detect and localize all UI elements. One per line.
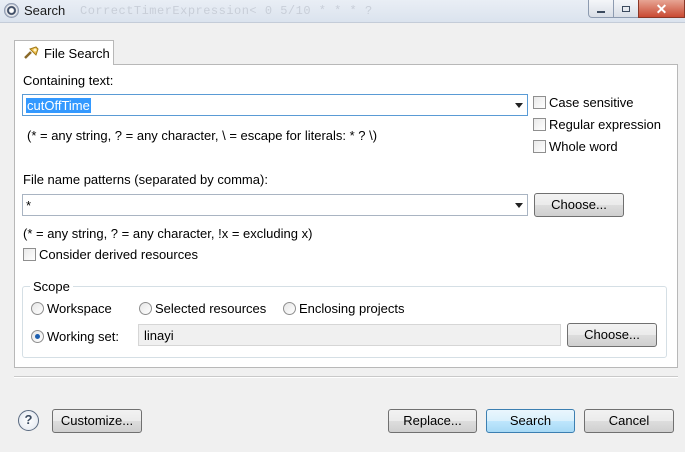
choose-working-set-button[interactable]: Choose...	[567, 323, 657, 347]
separator	[14, 376, 678, 378]
selected-resources-radio[interactable]	[139, 302, 152, 315]
tab-file-search[interactable]: File Search	[14, 40, 114, 65]
window-title: Search	[24, 3, 66, 18]
file-patterns-value[interactable]: *	[26, 198, 31, 213]
replace-button[interactable]: Replace...	[388, 409, 477, 433]
scope-group	[22, 286, 667, 358]
minimize-icon	[597, 10, 605, 13]
maximize-icon	[622, 5, 630, 12]
containing-text-hint: (* = any string, ? = any character, \ = …	[27, 128, 378, 143]
file-patterns-label: File name patterns (separated by comma):	[23, 172, 268, 187]
containing-text-combo[interactable]: cutOffTime	[22, 94, 528, 116]
working-set-field[interactable]: linayi	[138, 324, 561, 346]
containing-text-label: Containing text:	[23, 73, 114, 88]
working-set-label: Working set:	[47, 329, 120, 344]
chevron-down-icon[interactable]	[515, 103, 523, 108]
enclosing-projects-label: Enclosing projects	[299, 301, 405, 316]
customize-button[interactable]: Customize...	[52, 409, 142, 433]
case-sensitive-checkbox[interactable]	[533, 96, 546, 109]
choose-patterns-button[interactable]: Choose...	[534, 193, 624, 217]
minimize-button[interactable]	[588, 0, 614, 18]
selected-resources-label: Selected resources	[155, 301, 267, 316]
workspace-radio[interactable]	[31, 302, 44, 315]
file-patterns-hint: (* = any string, ? = any character, !x =…	[23, 226, 313, 241]
eclipse-icon	[4, 3, 19, 18]
case-sensitive-label: Case sensitive	[549, 95, 634, 110]
regular-expression-checkbox[interactable]	[533, 118, 546, 131]
enclosing-projects-radio[interactable]	[283, 302, 296, 315]
working-set-radio[interactable]	[31, 330, 44, 343]
help-icon[interactable]: ?	[18, 410, 39, 431]
chevron-down-icon[interactable]	[515, 203, 523, 208]
derived-resources-checkbox[interactable]	[23, 248, 36, 261]
whole-word-label: Whole word	[549, 139, 618, 154]
derived-resources-label: Consider derived resources	[39, 247, 198, 262]
flashlight-icon	[24, 46, 39, 59]
working-set-value: linayi	[144, 328, 174, 343]
close-icon: ✕	[655, 0, 668, 17]
tab-label: File Search	[44, 46, 110, 61]
search-button[interactable]: Search	[486, 409, 575, 433]
title-bar: Search CorrectTimerExpression< 0 5/10 * …	[0, 0, 685, 23]
maximize-button[interactable]	[613, 0, 639, 18]
cancel-button[interactable]: Cancel	[584, 409, 674, 433]
whole-word-checkbox[interactable]	[533, 140, 546, 153]
title-overlay-text: CorrectTimerExpression< 0 5/10 * * * ?	[80, 4, 373, 18]
file-patterns-combo[interactable]: *	[22, 194, 528, 216]
scope-title: Scope	[30, 279, 73, 294]
regular-expression-label: Regular expression	[549, 117, 662, 132]
containing-text-value[interactable]: cutOffTime	[26, 98, 91, 113]
close-button[interactable]: ✕	[638, 0, 685, 18]
workspace-label: Workspace	[47, 301, 112, 316]
